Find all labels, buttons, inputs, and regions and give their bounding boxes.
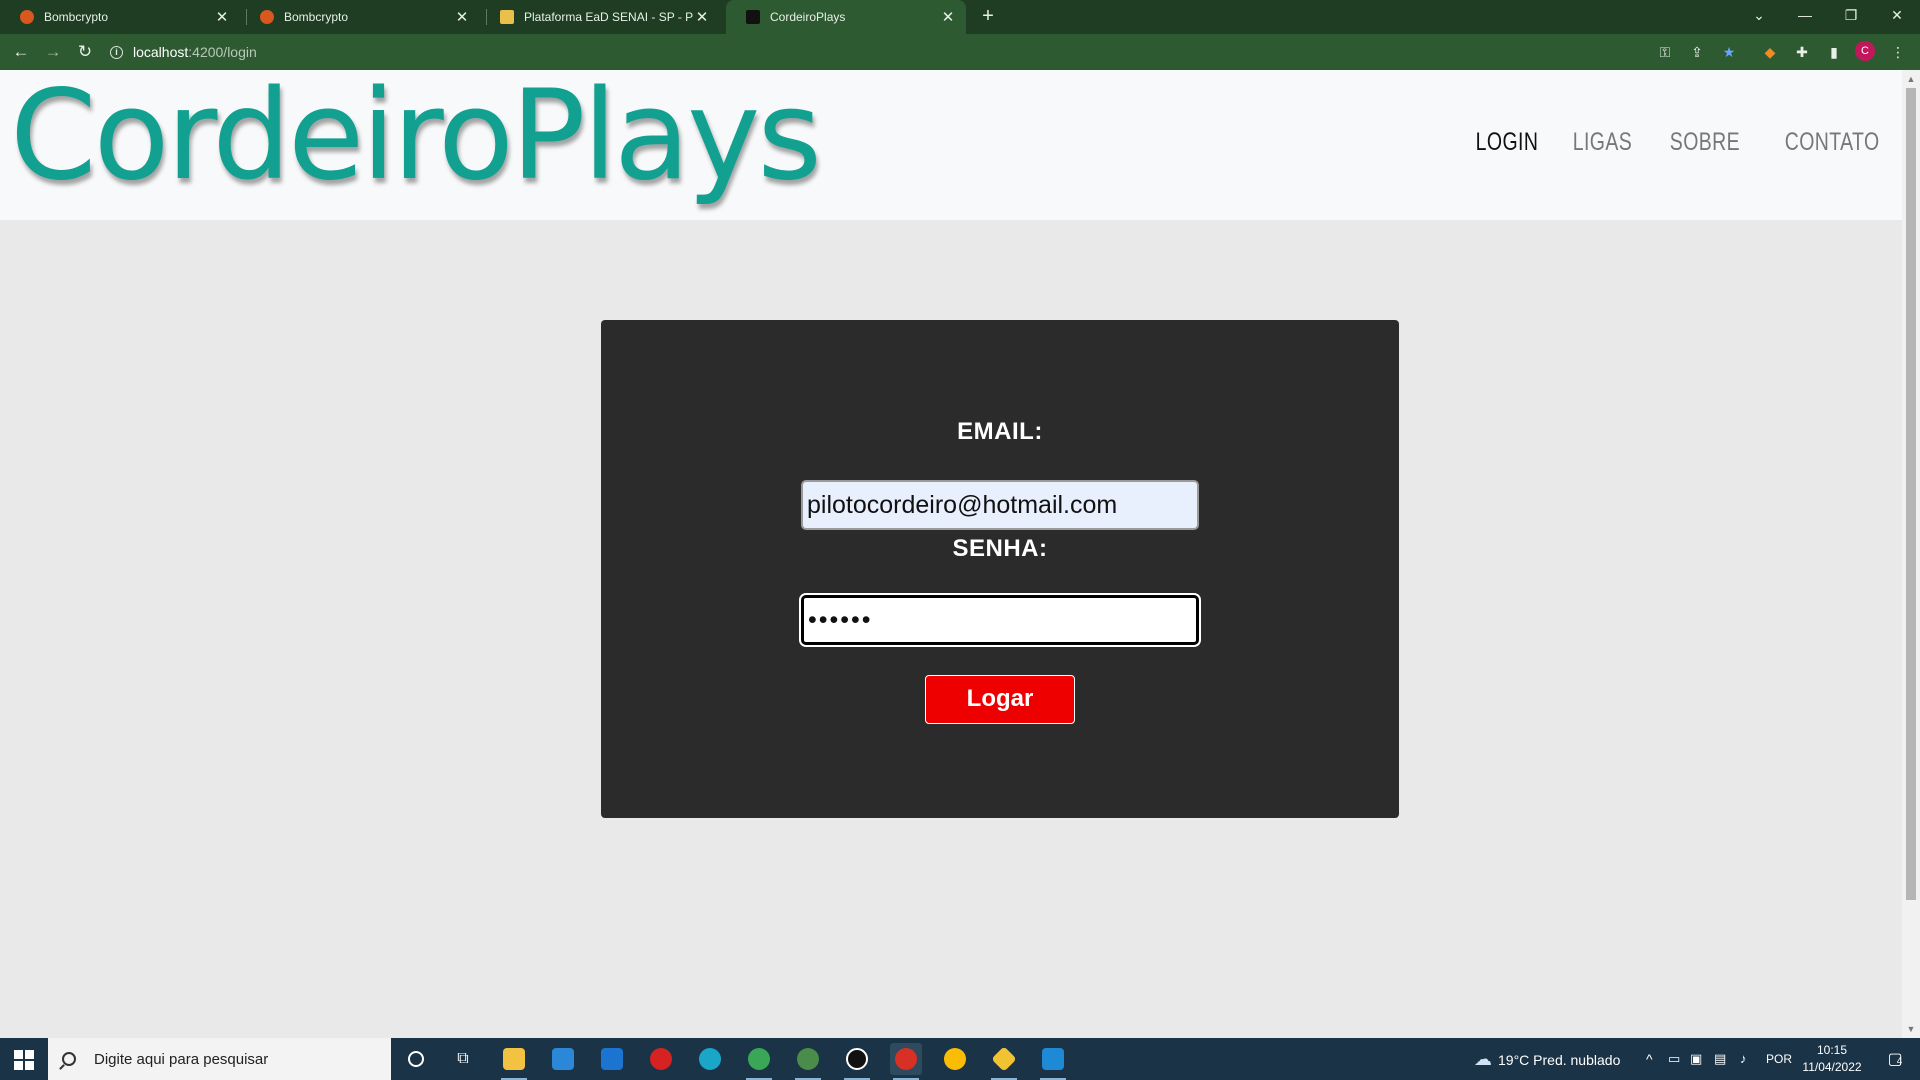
avatar: C xyxy=(1855,41,1875,61)
vscode-icon[interactable] xyxy=(1037,1043,1069,1080)
search-placeholder: Digite aqui para pesquisar xyxy=(94,1050,269,1068)
site-logo[interactable]: CordeiroPlays xyxy=(10,70,822,211)
game-app-icon[interactable] xyxy=(645,1043,677,1075)
windows-start-icon[interactable] xyxy=(0,1038,48,1080)
bookmark-star-icon[interactable]: ★ xyxy=(1718,41,1740,63)
edge-icon[interactable] xyxy=(694,1043,726,1075)
tab-title: Plataforma EaD SENAI - SP - PFE xyxy=(524,10,694,24)
email-label: EMAIL: xyxy=(957,418,1043,445)
extensions-puzzle-icon[interactable]: ✚ xyxy=(1791,41,1813,63)
site-favicon-icon xyxy=(746,10,760,24)
close-tab-icon[interactable]: ✕ xyxy=(940,8,956,26)
browser-tab[interactable]: Bombcrypto ✕ xyxy=(240,0,480,34)
reload-icon[interactable]: ↻ xyxy=(73,40,97,64)
site-header: CordeiroPlays LOGIN LIGAS SOBRE CONTATO xyxy=(0,70,1902,220)
scroll-down-arrow-icon[interactable]: ▼ xyxy=(1906,1024,1916,1034)
forward-arrow-icon[interactable]: → xyxy=(41,40,65,64)
tab-title: CordeiroPlays xyxy=(770,10,846,24)
new-tab-button[interactable]: + xyxy=(976,5,1000,29)
microsoft-store-icon[interactable] xyxy=(547,1043,579,1075)
browser-tab[interactable]: Plataforma EaD SENAI - SP - PFE ✕ xyxy=(480,0,720,34)
login-button[interactable]: Logar xyxy=(925,675,1075,724)
tab-search-chevron-icon[interactable]: ⌄ xyxy=(1736,0,1782,34)
page-scrollbar[interactable]: ▲ ▼ xyxy=(1902,70,1920,1038)
email-field[interactable] xyxy=(801,480,1199,530)
tray-chevron-icon[interactable]: ^ xyxy=(1646,1038,1653,1080)
chrome-active-icon[interactable] xyxy=(890,1043,922,1080)
cloud-icon: ☁ xyxy=(1474,1049,1492,1069)
weather-text: 19°C Pred. nublado xyxy=(1498,1052,1621,1068)
file-explorer-icon[interactable] xyxy=(498,1043,530,1080)
browser-tab-active[interactable]: CordeiroPlays ✕ xyxy=(726,0,966,34)
language-indicator[interactable]: POR xyxy=(1766,1038,1792,1080)
weather-widget[interactable]: ☁ 19°C Pred. nublado xyxy=(1474,1038,1620,1080)
nav-ligas[interactable]: LIGAS xyxy=(1573,128,1632,157)
back-arrow-icon[interactable]: ← xyxy=(9,40,33,64)
key-icon[interactable]: ⚿ xyxy=(1654,41,1676,63)
close-window-button[interactable]: ✕ xyxy=(1874,0,1920,34)
password-label: SENHA: xyxy=(952,535,1048,562)
nav-contato[interactable]: CONTATO xyxy=(1785,128,1880,157)
volume-icon[interactable]: ♪ xyxy=(1740,1038,1747,1080)
browser-tab-strip: Bombcrypto ✕ Bombcrypto ✕ Plataforma EaD… xyxy=(0,0,1920,34)
scroll-thumb[interactable] xyxy=(1906,88,1916,900)
browser-toolbar: ← → ↻ i localhost:4200/login ⚿ ⇪ ★ ◆ ✚ ▮… xyxy=(0,34,1920,70)
search-icon xyxy=(62,1052,76,1066)
page-viewport: CordeiroPlays LOGIN LIGAS SOBRE CONTATO … xyxy=(0,70,1902,1038)
nav-sobre[interactable]: SOBRE xyxy=(1670,128,1740,157)
senai-favicon-icon xyxy=(500,10,514,24)
url-host: localhost xyxy=(133,44,189,60)
notification-center-icon[interactable]: ▢4 xyxy=(1880,1038,1910,1080)
tab-title: Bombcrypto xyxy=(44,10,109,24)
password-field[interactable] xyxy=(801,595,1199,645)
windows-taskbar: Digite aqui para pesquisar ⧉ ☁ 19°C Pred.… xyxy=(0,1038,1920,1080)
close-tab-icon[interactable]: ✕ xyxy=(694,8,710,26)
notification-count: 4 xyxy=(1896,1056,1903,1067)
login-card: EMAIL: SENHA: Logar xyxy=(601,320,1399,818)
menu-kebab-icon[interactable]: ⋮ xyxy=(1887,41,1909,63)
close-tab-icon[interactable]: ✕ xyxy=(214,8,230,26)
address-bar[interactable]: i localhost:4200/login xyxy=(110,38,1650,66)
network-icon[interactable]: ▤ xyxy=(1714,1038,1726,1080)
site-info-icon[interactable]: i xyxy=(110,45,123,59)
chrome-profile-icon[interactable] xyxy=(792,1043,824,1080)
main-nav: LOGIN LIGAS SOBRE CONTATO xyxy=(1458,128,1880,157)
side-panel-icon[interactable]: ▮ xyxy=(1823,41,1845,63)
chrome-icon[interactable] xyxy=(939,1043,971,1075)
profile-button[interactable]: C xyxy=(1855,41,1877,63)
share-icon[interactable]: ⇪ xyxy=(1686,41,1708,63)
bomb-favicon-icon xyxy=(20,10,34,24)
clock-date: 11/04/2022 xyxy=(1802,1060,1862,1074)
tab-title: Bombcrypto xyxy=(284,10,349,24)
cortana-icon[interactable] xyxy=(400,1043,432,1075)
nav-login[interactable]: LOGIN xyxy=(1476,128,1539,157)
url-path: :4200/login xyxy=(188,44,257,60)
browser-tab[interactable]: Bombcrypto ✕ xyxy=(0,0,240,34)
git-icon[interactable] xyxy=(988,1043,1020,1080)
tray-onedrive-icon[interactable]: ▣ xyxy=(1690,1038,1702,1080)
github-desktop-icon[interactable] xyxy=(841,1043,873,1080)
chrome-profile-icon[interactable] xyxy=(743,1043,775,1080)
mail-icon[interactable] xyxy=(596,1043,628,1075)
scroll-up-arrow-icon[interactable]: ▲ xyxy=(1906,74,1916,84)
taskbar-search[interactable]: Digite aqui para pesquisar xyxy=(48,1038,391,1080)
tray-meet-icon[interactable]: ▭ xyxy=(1668,1038,1680,1080)
restore-button[interactable]: ❐ xyxy=(1828,0,1874,34)
task-view-icon[interactable]: ⧉ xyxy=(447,1043,479,1075)
metamask-extension-icon[interactable]: ◆ xyxy=(1759,41,1781,63)
close-tab-icon[interactable]: ✕ xyxy=(454,8,470,26)
system-clock[interactable]: 10:15 11/04/2022 xyxy=(1790,1042,1874,1076)
clock-time: 10:15 xyxy=(1816,1043,1848,1057)
minimize-button[interactable]: — xyxy=(1782,0,1828,34)
bomb-favicon-icon xyxy=(260,10,274,24)
